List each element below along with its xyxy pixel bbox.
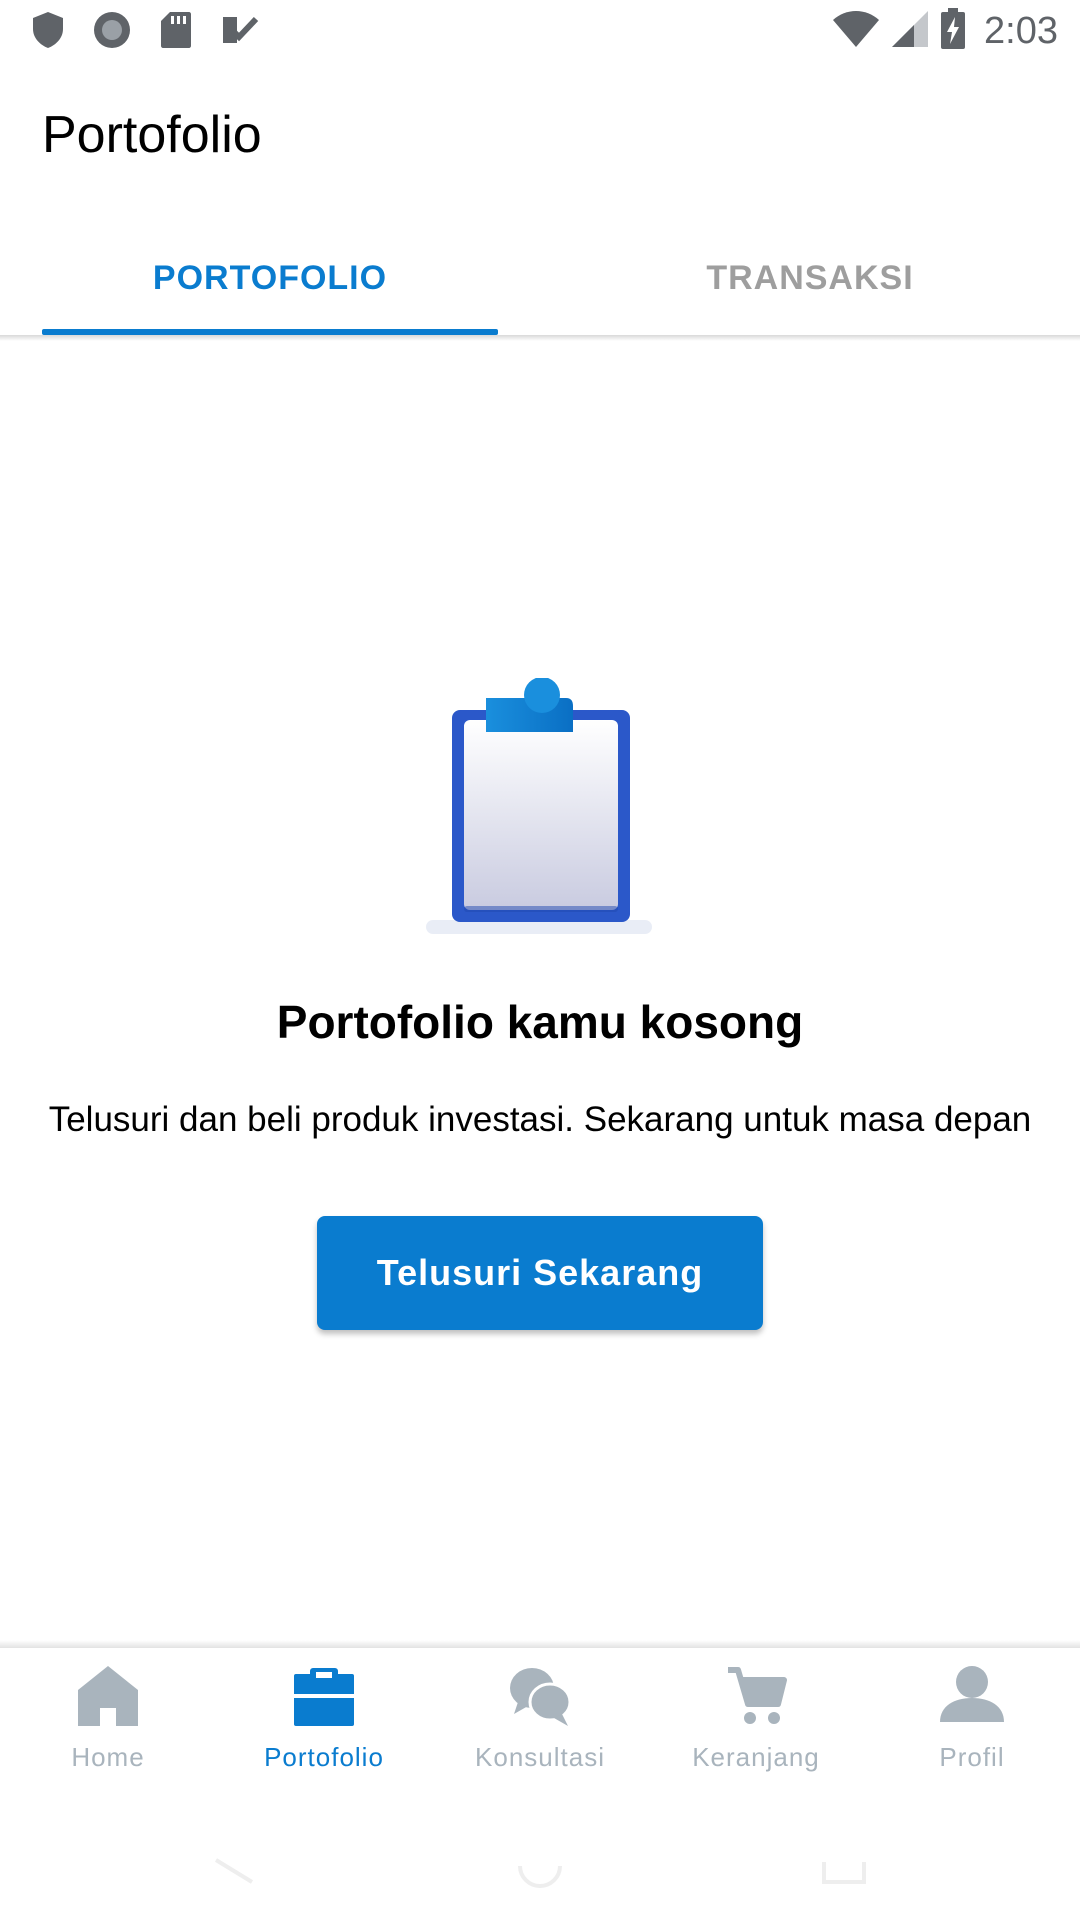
- record-icon: [92, 10, 132, 50]
- nav-item-portofolio[interactable]: Portofolio: [216, 1648, 432, 1798]
- shield-icon: [28, 10, 68, 50]
- empty-state-title: Portofolio kamu kosong: [276, 996, 804, 1048]
- tab-portofolio[interactable]: PORTOFOLIO: [0, 220, 540, 336]
- status-time: 2:03: [984, 10, 1058, 52]
- page-title: Portofolio: [42, 106, 262, 164]
- nav-label-konsultasi: Konsultasi: [475, 1742, 605, 1772]
- clipboard-icon: [420, 677, 660, 938]
- nav-label-portofolio: Portofolio: [264, 1742, 384, 1772]
- signal-icon: [890, 10, 930, 53]
- portfolio-icon: [292, 1664, 356, 1728]
- nav-item-profil[interactable]: Profil: [864, 1648, 1080, 1798]
- nav-label-home: Home: [71, 1742, 145, 1772]
- wifi-icon: [832, 10, 880, 53]
- empty-state-description: Telusuri dan beli produk investasi. Seka…: [48, 1100, 1032, 1139]
- nav-item-konsultasi[interactable]: Konsultasi: [432, 1648, 648, 1798]
- tab-transaksi[interactable]: TRANSAKSI: [540, 220, 1080, 336]
- recents-button[interactable]: [812, 1840, 872, 1900]
- back-button[interactable]: [212, 1840, 272, 1900]
- cart-icon: [724, 1664, 788, 1728]
- nav-item-keranjang[interactable]: Keranjang: [648, 1648, 864, 1798]
- explore-now-button[interactable]: Telusuri Sekarang: [317, 1216, 763, 1330]
- home-button[interactable]: [510, 1840, 570, 1900]
- home-icon: [76, 1664, 140, 1728]
- status-bar: 2:03: [0, 0, 1080, 66]
- nav-label-keranjang: Keranjang: [692, 1742, 820, 1772]
- portfolio-screen: 2:03 Portofolio PORTOFOLIO TRANSAKSI Por…: [0, 0, 1080, 1920]
- nav-item-home[interactable]: Home: [0, 1648, 216, 1798]
- bottom-nav-divider: [0, 1640, 1080, 1648]
- tab-bar: PORTOFOLIO TRANSAKSI: [0, 220, 1080, 336]
- profile-icon: [940, 1664, 1004, 1728]
- battery-charging-icon: [940, 8, 966, 55]
- tab-bar-divider: [0, 335, 1080, 341]
- sd-card-icon: [156, 10, 196, 50]
- chat-icon: [508, 1664, 572, 1728]
- bottom-nav: Home Portofolio Konsultasi Keranjang Pro…: [0, 1648, 1080, 1798]
- check-task-icon: [220, 10, 260, 50]
- nav-label-profil: Profil: [939, 1742, 1005, 1772]
- system-nav-bar: [0, 1820, 1080, 1920]
